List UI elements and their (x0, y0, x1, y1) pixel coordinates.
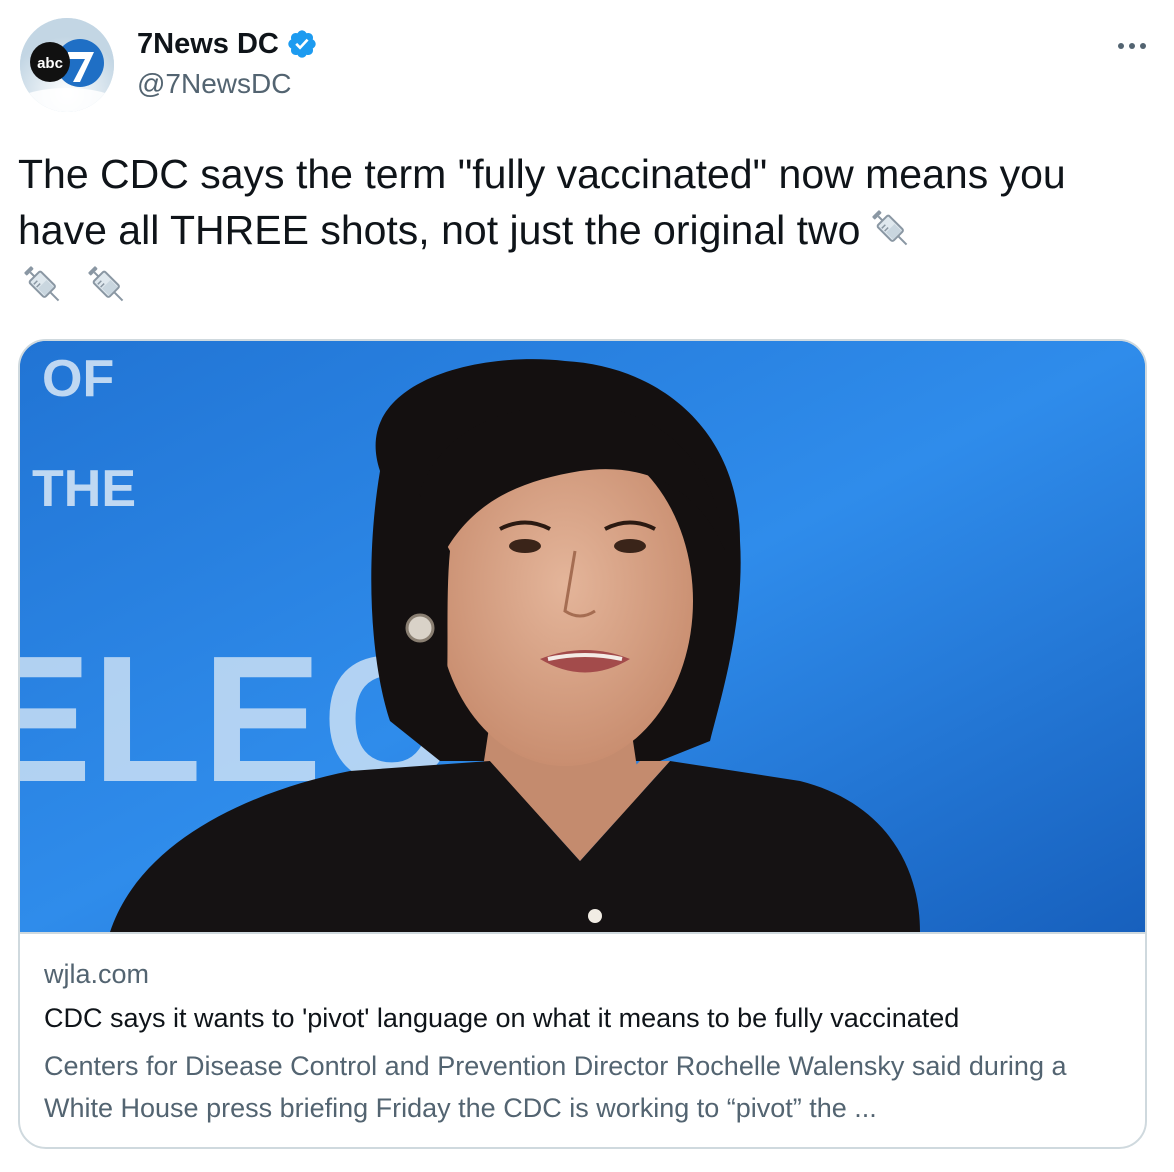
svg-text:abc: abc (37, 55, 63, 72)
card-image[interactable]: OF THE ELECT (20, 341, 1145, 932)
svg-text:THE: THE (32, 460, 136, 518)
avatar[interactable]: abc (20, 18, 114, 112)
more-dots-icon (1118, 43, 1146, 49)
author-name-row: 7News DC (137, 26, 318, 62)
more-options-button[interactable] (1112, 26, 1152, 66)
display-name[interactable]: 7News DC (137, 28, 279, 61)
account-handle[interactable]: @7NewsDC (137, 68, 291, 100)
card-title[interactable]: CDC says it wants to 'pivot' language on… (44, 1003, 959, 1034)
card-divider (20, 932, 1145, 934)
link-preview-card[interactable]: OF THE ELECT wjla.com CDC says it wants … (18, 339, 1147, 1149)
tweet-text: The CDC says the term "fully vaccinated"… (18, 146, 1154, 314)
card-domain: wjla.com (44, 959, 150, 989)
tweet[interactable]: abc 7News DC @7NewsDC The CDC says the t… (0, 0, 1174, 1172)
abc7-logo-icon: abc (20, 18, 114, 112)
verified-badge-icon (286, 28, 318, 60)
syringe-emoji-icon (82, 260, 132, 310)
syringe-emoji-icon (18, 260, 68, 310)
svg-text:OF: OF (42, 350, 114, 408)
portrait-photo: OF THE ELECT (20, 341, 1145, 932)
card-description: Centers for Disease Control and Preventi… (44, 1051, 1067, 1123)
syringe-emoji-icon (866, 204, 916, 254)
